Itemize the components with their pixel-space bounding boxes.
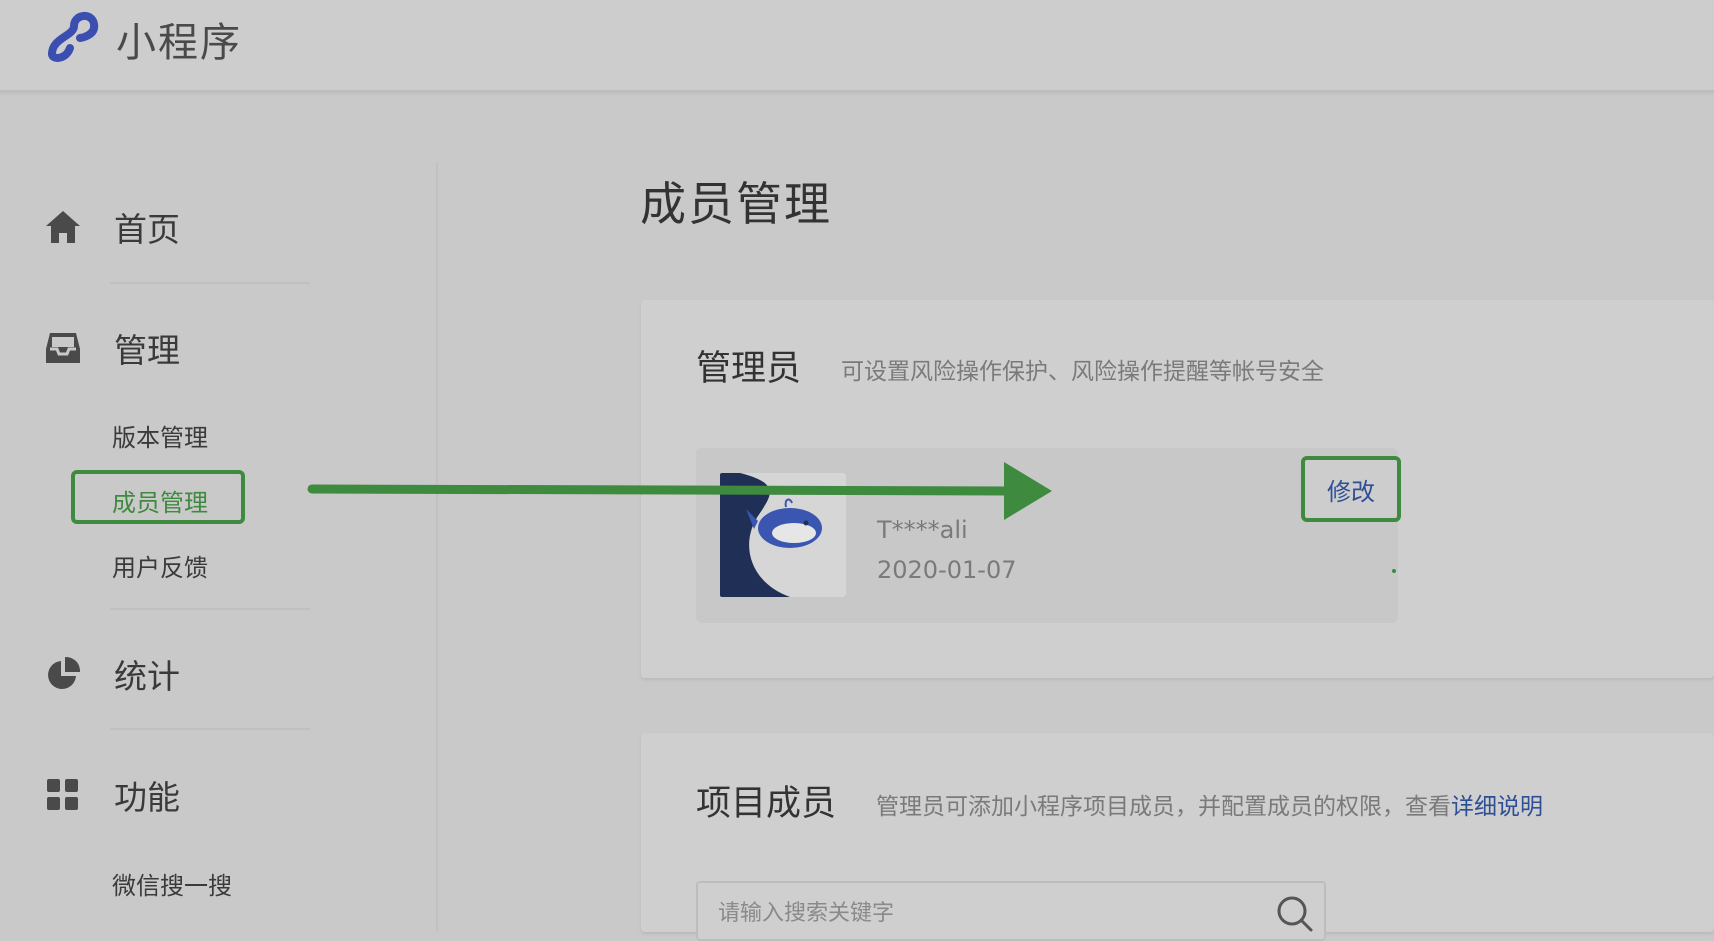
sidebar-item-label: 管理 <box>114 331 180 370</box>
avatar <box>720 473 846 597</box>
members-card-desc-text: 管理员可添加小程序项目成员，并配置成员的权限，查看 <box>876 794 1451 820</box>
app-title: 小程序 <box>116 20 242 66</box>
sidebar-separator <box>110 282 310 284</box>
sidebar-item-home[interactable]: 首页 <box>44 203 180 251</box>
members-card: 项目成员 管理员可添加小程序项目成员，并配置成员的权限，查看详细说明 <box>641 733 1714 941</box>
inbox-icon <box>46 333 80 363</box>
sidebar-item-label: 首页 <box>114 210 180 249</box>
status-dot <box>1392 569 1396 573</box>
sidebar-item-label: 功能 <box>114 778 180 817</box>
sidebar-item-version-manage[interactable]: 版本管理 <box>112 418 208 453</box>
sidebar-item-label: 统计 <box>114 657 180 696</box>
pie-chart-icon <box>48 656 81 689</box>
whale-avatar-icon <box>720 473 846 597</box>
sidebar-item-user-feedback[interactable]: 用户反馈 <box>112 548 208 583</box>
search-input[interactable] <box>716 893 1260 933</box>
admin-card-desc: 可设置风险操作保护、风险操作提醒等帐号安全 <box>841 359 1324 385</box>
search-icon[interactable] <box>1276 895 1314 933</box>
members-card-title: 项目成员 <box>696 784 837 824</box>
admin-card: 管理员 可设置风险操作保护、风险操作提醒等帐号安全 T****ali 2020-… <box>641 300 1714 678</box>
admin-card-title: 管理员 <box>696 349 802 389</box>
sidebar-item-features[interactable]: 功能 <box>44 771 180 819</box>
search-box <box>696 881 1326 941</box>
mini-program-logo-icon[interactable] <box>44 8 102 62</box>
members-card-desc: 管理员可添加小程序项目成员，并配置成员的权限，查看详细说明 <box>876 787 1543 821</box>
admin-name: T****ali <box>877 516 968 544</box>
details-link[interactable]: 详细说明 <box>1451 794 1543 820</box>
sidebar-item-stats[interactable]: 统计 <box>44 650 180 698</box>
admin-row: T****ali 2020-01-07 <box>696 448 1398 623</box>
home-icon <box>46 211 80 243</box>
page-title: 成员管理 <box>640 177 832 231</box>
top-bar: 小程序 <box>0 0 1714 92</box>
admin-date: 2020-01-07 <box>877 556 1017 584</box>
sidebar-item-wechat-search[interactable]: 微信搜一搜 <box>112 866 232 901</box>
grid-icon <box>47 779 78 810</box>
sidebar-item-member-manage[interactable]: 成员管理 <box>112 483 208 518</box>
sidebar-separator <box>110 608 310 610</box>
edit-admin-button[interactable]: 修改 <box>1301 456 1401 522</box>
sidebar-separator <box>110 728 310 730</box>
sidebar-item-manage[interactable]: 管理 <box>44 324 180 372</box>
sidebar-divider <box>436 162 438 932</box>
